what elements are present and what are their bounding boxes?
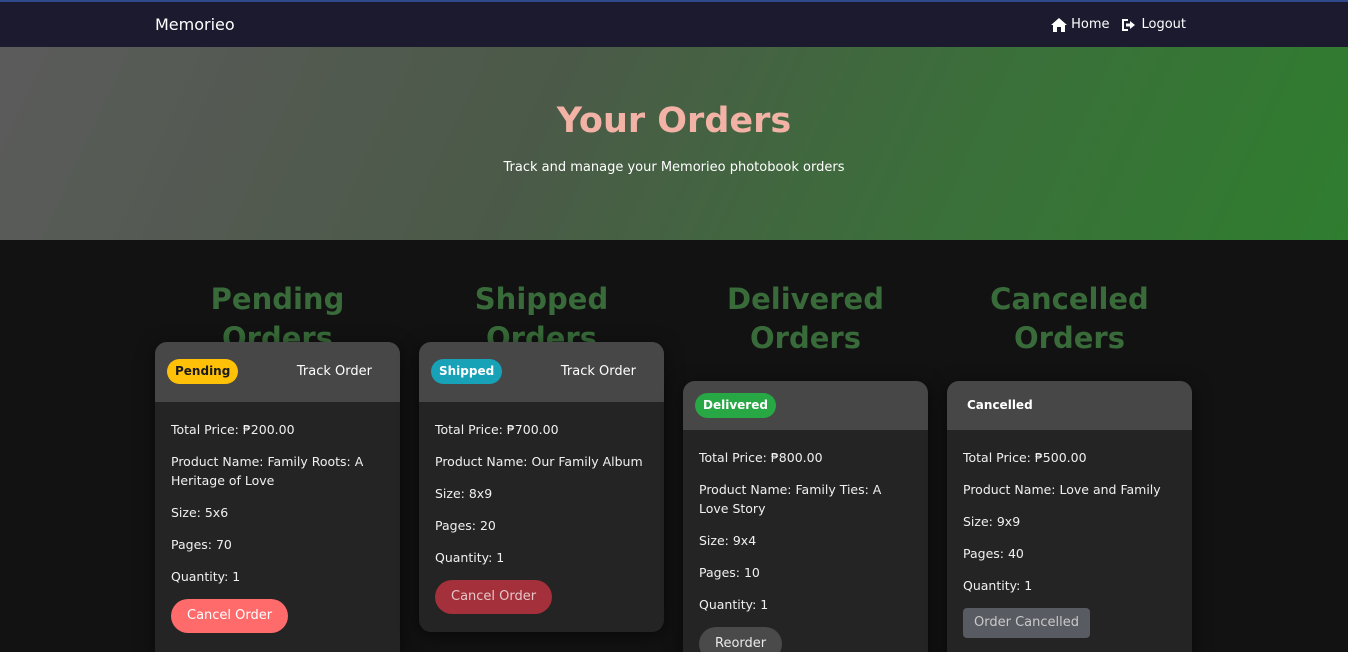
hero-banner: Your Orders Track and manage your Memori…: [0, 47, 1348, 240]
cancelled-card-header: Cancelled: [947, 381, 1192, 430]
cancelled-title-line2: Orders: [1014, 321, 1125, 355]
shipped-card-header: Shipped Track Order: [419, 342, 664, 402]
cancel-order-button[interactable]: Cancel Order: [435, 580, 553, 614]
nav-links: Home Logout: [1051, 17, 1186, 32]
delivered-card-header: Delivered: [683, 381, 928, 430]
cancelled-orders-column: Cancelled Orders Cancelled Total Price: …: [947, 280, 1192, 652]
track-order-button[interactable]: Track Order: [297, 364, 372, 379]
product-name: Product Name: Our Family Album: [435, 454, 643, 469]
brand-logo[interactable]: Memorieo: [155, 15, 235, 34]
delivered-order-card: Delivered Total Price: ₱800.00 Product N…: [683, 381, 928, 652]
total-price: Total Price: ₱800.00: [699, 450, 823, 465]
cancel-order-button[interactable]: Cancel Order: [171, 599, 289, 633]
order-cancelled-button: Order Cancelled: [963, 608, 1090, 638]
quantity: Quantity: 1: [963, 578, 1033, 593]
shipped-card-body: Total Price: ₱700.00 Product Name: Our F…: [419, 402, 664, 614]
cancelled-card-body: Total Price: ₱500.00 Product Name: Love …: [947, 430, 1192, 638]
page-count: Pages: 70: [171, 537, 232, 552]
delivered-orders-title: Delivered Orders: [683, 280, 928, 358]
delivered-title-line1: Delivered: [727, 282, 884, 316]
quantity: Quantity: 1: [435, 550, 505, 565]
product-name: Product Name: Love and Family: [963, 482, 1161, 497]
quantity: Quantity: 1: [699, 597, 769, 612]
pending-orders-column: Pending Orders Pending Track Order Total…: [155, 280, 400, 652]
status-badge-cancelled: Cancelled: [967, 398, 1033, 412]
page-subtitle: Track and manage your Memorieo photobook…: [503, 160, 845, 175]
reorder-button[interactable]: Reorder: [699, 627, 783, 652]
product-size: Size: 8x9: [435, 486, 493, 501]
home-icon: [1051, 17, 1068, 32]
pending-order-card: Pending Track Order Total Price: ₱200.00…: [155, 342, 400, 652]
pending-card-body: Total Price: ₱200.00 Product Name: Famil…: [155, 402, 400, 633]
shipped-orders-column: Shipped Orders Shipped Track Order Total…: [419, 280, 664, 632]
status-badge-shipped: Shipped: [431, 359, 503, 384]
cancelled-title-line1: Cancelled: [990, 282, 1149, 316]
track-order-button[interactable]: Track Order: [561, 364, 636, 379]
delivered-orders-column: Delivered Orders Delivered Total Price: …: [683, 280, 928, 652]
page-count: Pages: 40: [963, 546, 1024, 561]
page-count: Pages: 20: [435, 518, 496, 533]
home-link[interactable]: Home: [1051, 17, 1109, 32]
pending-card-header: Pending Track Order: [155, 342, 400, 402]
page-title: Your Orders: [556, 101, 792, 141]
home-link-label: Home: [1071, 17, 1110, 32]
product-size: Size: 9x9: [963, 514, 1021, 529]
cancelled-orders-title: Cancelled Orders: [947, 280, 1192, 358]
product-name: Product Name: Family Roots: A Heritage o…: [171, 454, 364, 488]
total-price: Total Price: ₱200.00: [171, 422, 295, 437]
total-price: Total Price: ₱700.00: [435, 422, 559, 437]
product-size: Size: 9x4: [699, 533, 757, 548]
shipped-order-card: Shipped Track Order Total Price: ₱700.00…: [419, 342, 664, 632]
logout-icon: [1122, 18, 1136, 31]
product-size: Size: 5x6: [171, 505, 229, 520]
status-badge-pending: Pending: [167, 359, 239, 384]
logout-link-label: Logout: [1141, 17, 1186, 32]
total-price: Total Price: ₱500.00: [963, 450, 1087, 465]
logout-link[interactable]: Logout: [1121, 17, 1186, 32]
navbar: Memorieo Home Logout: [0, 0, 1348, 47]
delivered-title-line2: Orders: [750, 321, 861, 355]
page-count: Pages: 10: [699, 565, 760, 580]
status-badge-delivered: Delivered: [695, 393, 776, 418]
quantity: Quantity: 1: [171, 569, 241, 584]
delivered-card-body: Total Price: ₱800.00 Product Name: Famil…: [683, 430, 928, 652]
product-name: Product Name: Family Ties: A Love Story: [699, 482, 882, 516]
cancelled-order-card: Cancelled Total Price: ₱500.00 Product N…: [947, 381, 1192, 652]
